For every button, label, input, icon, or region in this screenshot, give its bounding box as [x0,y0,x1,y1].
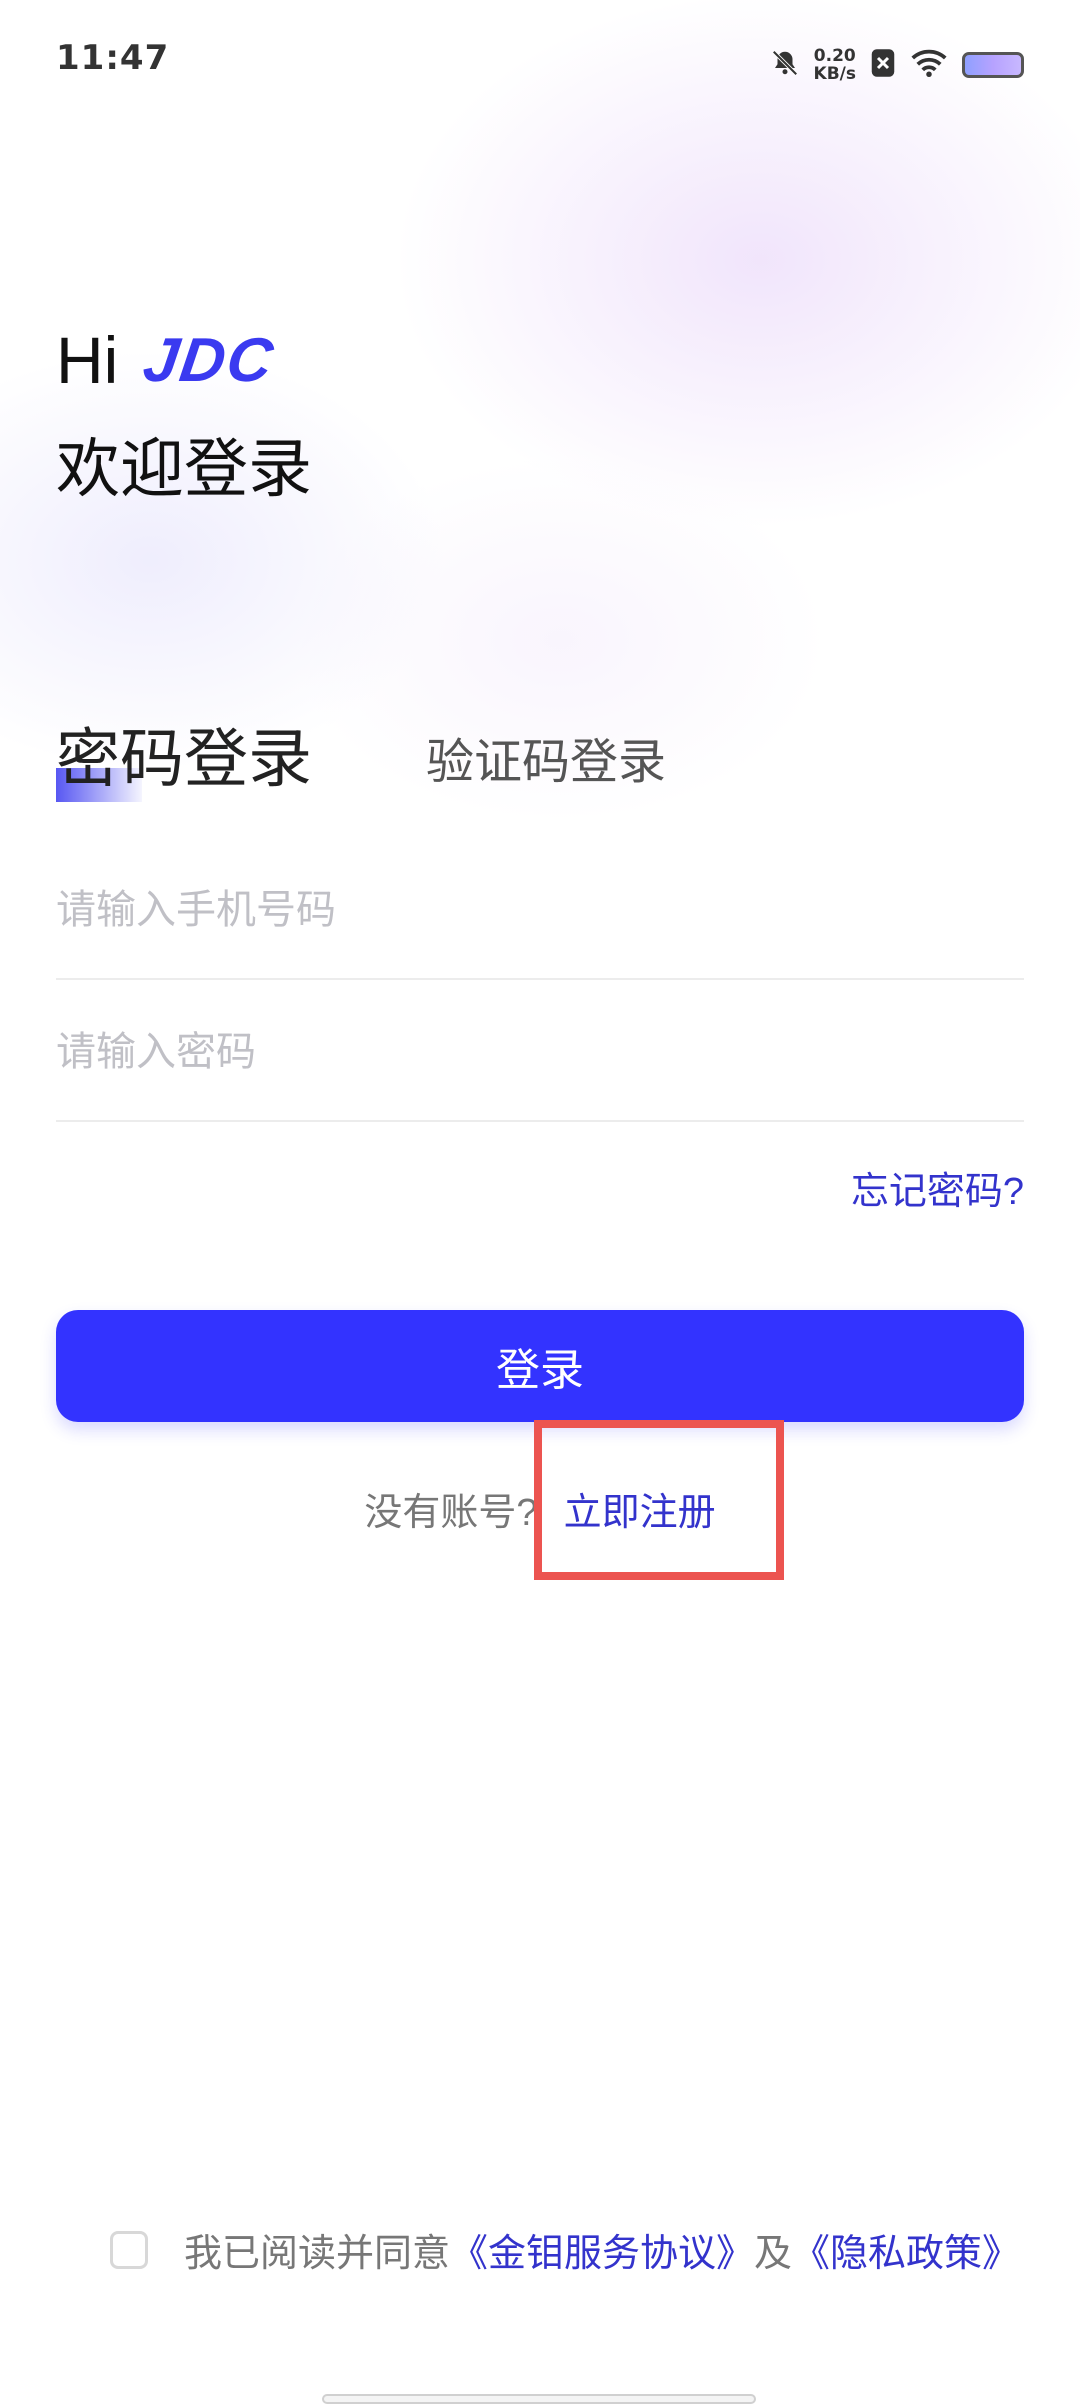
no-account-text: 没有账号? [364,1491,538,1534]
mute-bell-icon [770,48,800,82]
agreement-and: 及 [754,2233,793,2275]
password-input[interactable] [56,1030,1024,1075]
privacy-policy-link[interactable]: 《隐私政策》 [792,2222,1020,2277]
net-speed-value: 0.20 [813,46,856,66]
agreement-row: 我已阅读并同意 《金钼服务协议》 及 《隐私政策》 [110,2222,1020,2277]
login-button[interactable]: 登录 [56,1310,1024,1422]
password-field [56,984,1024,1122]
sim-error-icon [870,48,896,82]
hi-text: Hi [56,323,119,397]
battery-icon [962,52,1024,78]
greeting: Hi JDC 欢迎登录 [56,320,312,510]
status-time: 11:47 [56,38,170,78]
highlight-box [534,1420,784,1580]
tab-password-login[interactable]: 密码登录 [56,708,312,800]
welcome-title: 欢迎登录 [56,433,312,505]
hi-line: Hi JDC [56,320,312,400]
brand-logo: JDC [139,325,280,395]
agreement-prefix: 我已阅读并同意 [184,2233,451,2275]
status-bar: 11:47 0.20 KB/s [0,0,1080,120]
wifi-icon [910,48,948,82]
net-speed-unit: KB/s [813,64,856,84]
service-agreement-link[interactable]: 《金钼服务协议》 [450,2222,754,2277]
home-indicator[interactable] [322,2394,756,2404]
phone-field [56,842,1024,980]
forgot-password-link[interactable]: 忘记密码? [851,1160,1024,1215]
status-icons: 0.20 KB/s [770,40,1024,90]
net-speed: 0.20 KB/s [814,47,856,83]
agreement-checkbox[interactable] [110,2230,148,2269]
login-tabs: 密码登录 验证码登录 [56,708,1024,808]
phone-input[interactable] [56,888,1024,933]
tab-code-login[interactable]: 验证码登录 [426,722,666,792]
